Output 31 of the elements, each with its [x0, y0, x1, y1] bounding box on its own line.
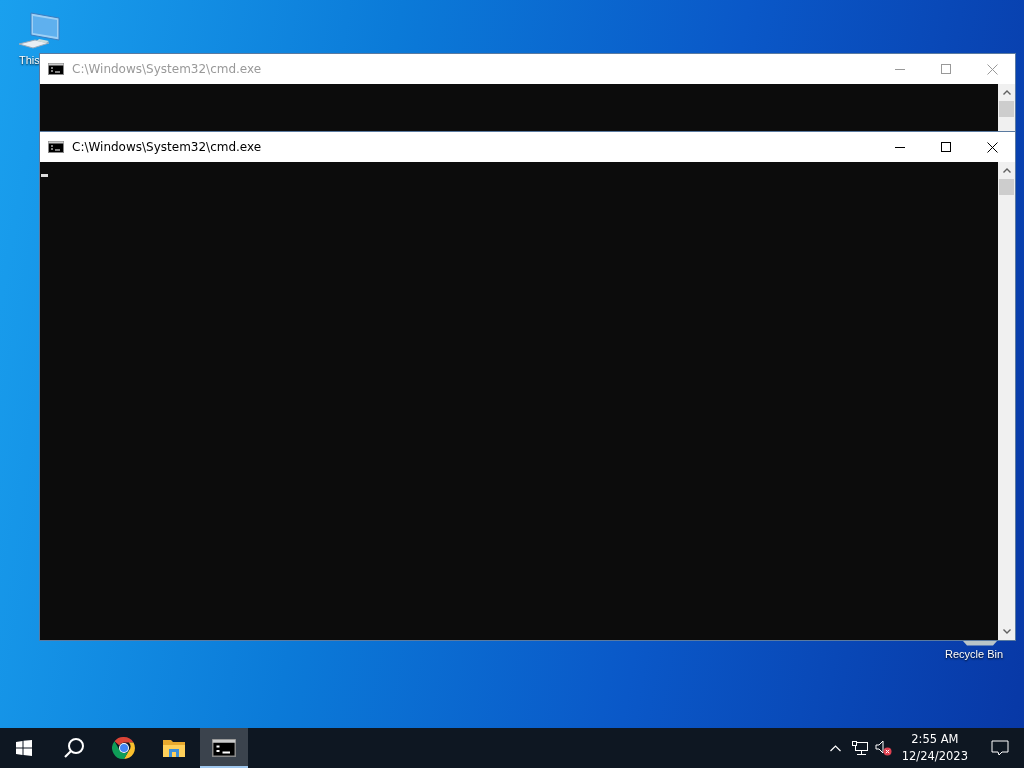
caret-down-icon — [1002, 629, 1011, 634]
windows-logo-icon — [16, 740, 32, 756]
scroll-thumb[interactable] — [999, 179, 1014, 195]
clock[interactable]: 2:55 AM 12/24/2023 — [895, 731, 974, 765]
speech-bubble-icon — [991, 739, 1009, 757]
maximize-icon — [941, 64, 951, 74]
muted-speaker-icon — [874, 740, 893, 756]
close-icon — [986, 63, 998, 75]
console-icon — [48, 141, 64, 153]
maximize-icon — [941, 142, 951, 152]
caret-up-icon — [1002, 168, 1011, 173]
search-icon — [63, 737, 85, 759]
icon-label[interactable]: Recycle Bin — [945, 648, 1004, 660]
window-title: C:\Windows\System32\cmd.exe — [72, 62, 263, 76]
caret-up-icon — [1002, 90, 1011, 95]
text-cursor — [41, 174, 48, 177]
console-icon — [48, 63, 64, 75]
chevron-up-icon — [830, 744, 842, 752]
clock-time: 2:55 AM — [911, 731, 959, 748]
window-title: C:\Windows\System32\cmd.exe — [72, 140, 263, 154]
folder-icon — [162, 738, 186, 758]
taskbar-app-button[interactable] — [200, 728, 248, 768]
network-icon — [851, 740, 868, 756]
scrollbar[interactable] — [998, 84, 1015, 132]
scrollbar[interactable] — [998, 162, 1015, 640]
console-icon — [212, 739, 236, 757]
scroll-thumb[interactable] — [999, 101, 1014, 117]
close-icon — [986, 141, 998, 153]
clock-date: 12/24/2023 — [901, 748, 968, 765]
chrome-icon — [112, 736, 136, 760]
computer-icon — [17, 10, 61, 52]
